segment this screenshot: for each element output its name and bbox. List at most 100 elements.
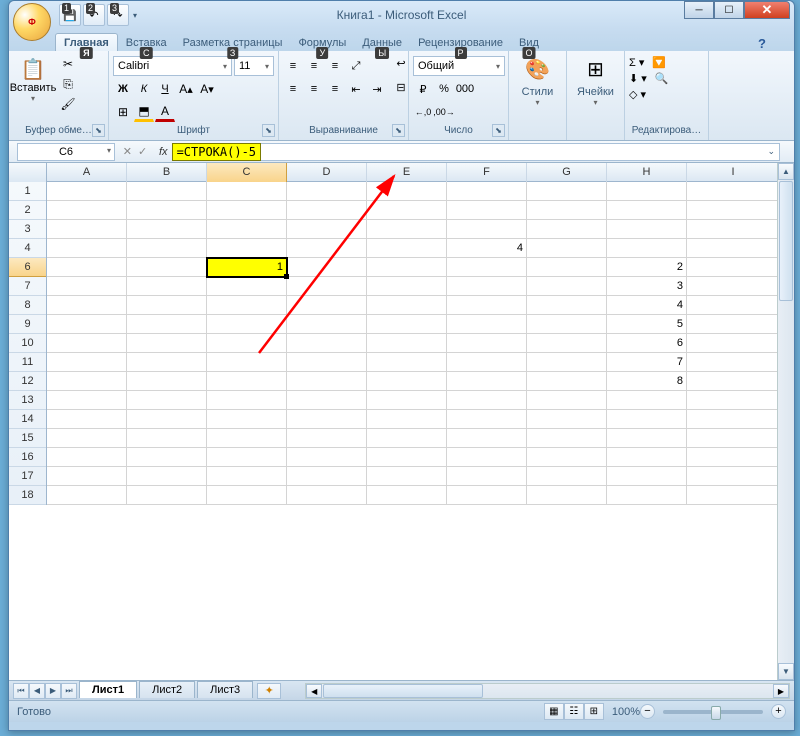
cell[interactable] bbox=[47, 334, 127, 353]
cell[interactable]: 4 bbox=[447, 239, 527, 258]
tab-разметка страницы[interactable]: Разметка страницыЗ bbox=[175, 34, 291, 51]
sort-filter-button[interactable]: 🔽 bbox=[652, 56, 666, 69]
cell[interactable] bbox=[687, 220, 780, 239]
cell[interactable]: 3 bbox=[607, 277, 687, 296]
zoom-in-button[interactable]: + bbox=[771, 704, 786, 719]
column-header[interactable]: E bbox=[367, 163, 447, 182]
cell[interactable] bbox=[447, 353, 527, 372]
cell[interactable] bbox=[527, 486, 607, 505]
cell[interactable] bbox=[207, 277, 287, 296]
cell[interactable] bbox=[367, 334, 447, 353]
cell[interactable]: 6 bbox=[607, 334, 687, 353]
cell[interactable] bbox=[127, 239, 207, 258]
cell[interactable]: 5 bbox=[607, 315, 687, 334]
cell[interactable] bbox=[687, 391, 780, 410]
cell[interactable] bbox=[687, 448, 780, 467]
cell[interactable] bbox=[127, 334, 207, 353]
cell[interactable] bbox=[447, 258, 527, 277]
autosum-button[interactable]: Σ ▾ bbox=[629, 56, 644, 69]
row-header[interactable]: 8 bbox=[9, 296, 46, 315]
cell[interactable] bbox=[127, 448, 207, 467]
name-box[interactable]: C6 bbox=[17, 143, 115, 161]
expand-formula-bar-button[interactable]: ⌄ bbox=[767, 146, 775, 157]
scroll-thumb[interactable] bbox=[779, 181, 793, 301]
formula-input[interactable]: =СТРОКА()-5 ⌄ bbox=[172, 143, 780, 161]
tab-рецензирование[interactable]: РецензированиеР bbox=[410, 34, 511, 51]
align-bottom-button[interactable]: ≡ bbox=[325, 56, 345, 76]
cell[interactable] bbox=[47, 410, 127, 429]
cell[interactable] bbox=[207, 201, 287, 220]
cell[interactable] bbox=[47, 448, 127, 467]
font-size-combo[interactable]: 11▾ bbox=[234, 56, 274, 76]
border-button[interactable]: ⊞ bbox=[113, 102, 133, 122]
fill-color-button[interactable]: ⬒ bbox=[134, 102, 154, 122]
cell[interactable] bbox=[207, 334, 287, 353]
cell[interactable] bbox=[607, 486, 687, 505]
number-format-combo[interactable]: Общий▾ bbox=[413, 56, 505, 76]
cell[interactable] bbox=[287, 182, 367, 201]
cell[interactable] bbox=[47, 429, 127, 448]
cell[interactable] bbox=[527, 239, 607, 258]
cell[interactable] bbox=[127, 429, 207, 448]
format-painter-button[interactable]: 🖌 bbox=[57, 97, 79, 115]
cell[interactable] bbox=[527, 296, 607, 315]
cell[interactable] bbox=[687, 467, 780, 486]
align-left-button[interactable]: ≡ bbox=[283, 79, 303, 99]
cell[interactable] bbox=[527, 410, 607, 429]
qat-save-button[interactable]: 1💾 bbox=[59, 4, 81, 26]
cell[interactable] bbox=[367, 239, 447, 258]
decrease-decimal-button[interactable]: ,00→ bbox=[434, 102, 454, 122]
cell[interactable] bbox=[127, 296, 207, 315]
cell[interactable] bbox=[127, 182, 207, 201]
hscroll-thumb[interactable] bbox=[323, 684, 483, 698]
column-header[interactable]: D bbox=[287, 163, 367, 182]
cell[interactable] bbox=[127, 467, 207, 486]
column-header[interactable]: A bbox=[47, 163, 127, 182]
column-header[interactable]: F bbox=[447, 163, 527, 182]
prev-sheet-button[interactable]: ◀ bbox=[29, 683, 45, 699]
cell[interactable] bbox=[367, 201, 447, 220]
fx-icon[interactable]: fx bbox=[155, 146, 172, 158]
decrease-indent-button[interactable]: ⇤ bbox=[346, 79, 366, 99]
cell[interactable] bbox=[527, 220, 607, 239]
bold-button[interactable]: Ж bbox=[113, 79, 133, 99]
cell[interactable] bbox=[367, 220, 447, 239]
tab-формулы[interactable]: ФормулыУ bbox=[290, 34, 354, 51]
qat-redo-button[interactable]: 3↷ bbox=[107, 4, 129, 26]
cell[interactable] bbox=[287, 201, 367, 220]
cell[interactable] bbox=[47, 391, 127, 410]
row-header[interactable]: 16 bbox=[9, 448, 46, 467]
cell[interactable] bbox=[447, 391, 527, 410]
first-sheet-button[interactable]: ⏮ bbox=[13, 683, 29, 699]
sheet-tab[interactable]: Лист2 bbox=[139, 681, 195, 698]
cell[interactable] bbox=[687, 334, 780, 353]
maximize-button[interactable]: ☐ bbox=[714, 1, 744, 19]
cell[interactable] bbox=[47, 486, 127, 505]
help-icon[interactable]: ? bbox=[758, 36, 766, 51]
cell[interactable] bbox=[607, 201, 687, 220]
cell[interactable] bbox=[287, 334, 367, 353]
cell[interactable] bbox=[367, 372, 447, 391]
cell[interactable] bbox=[287, 429, 367, 448]
cell[interactable] bbox=[287, 315, 367, 334]
align-top-button[interactable]: ≡ bbox=[283, 56, 303, 76]
underline-button[interactable]: Ч bbox=[155, 79, 175, 99]
cell[interactable] bbox=[207, 467, 287, 486]
alignment-launcher[interactable]: ⬊ bbox=[392, 124, 405, 137]
insert-cells-icon[interactable]: ⊞ bbox=[587, 57, 604, 82]
cell[interactable] bbox=[207, 315, 287, 334]
last-sheet-button[interactable]: ⏭ bbox=[61, 683, 77, 699]
cell[interactable] bbox=[127, 277, 207, 296]
cell[interactable] bbox=[287, 391, 367, 410]
cell[interactable] bbox=[607, 220, 687, 239]
cell[interactable] bbox=[287, 486, 367, 505]
cell[interactable] bbox=[207, 353, 287, 372]
increase-indent-button[interactable]: ⇥ bbox=[367, 79, 387, 99]
cell[interactable] bbox=[447, 201, 527, 220]
cell[interactable] bbox=[447, 486, 527, 505]
row-header[interactable]: 6 bbox=[9, 258, 46, 277]
cell[interactable] bbox=[687, 429, 780, 448]
cell[interactable] bbox=[47, 182, 127, 201]
cell[interactable] bbox=[367, 315, 447, 334]
cell[interactable]: 2 bbox=[607, 258, 687, 277]
